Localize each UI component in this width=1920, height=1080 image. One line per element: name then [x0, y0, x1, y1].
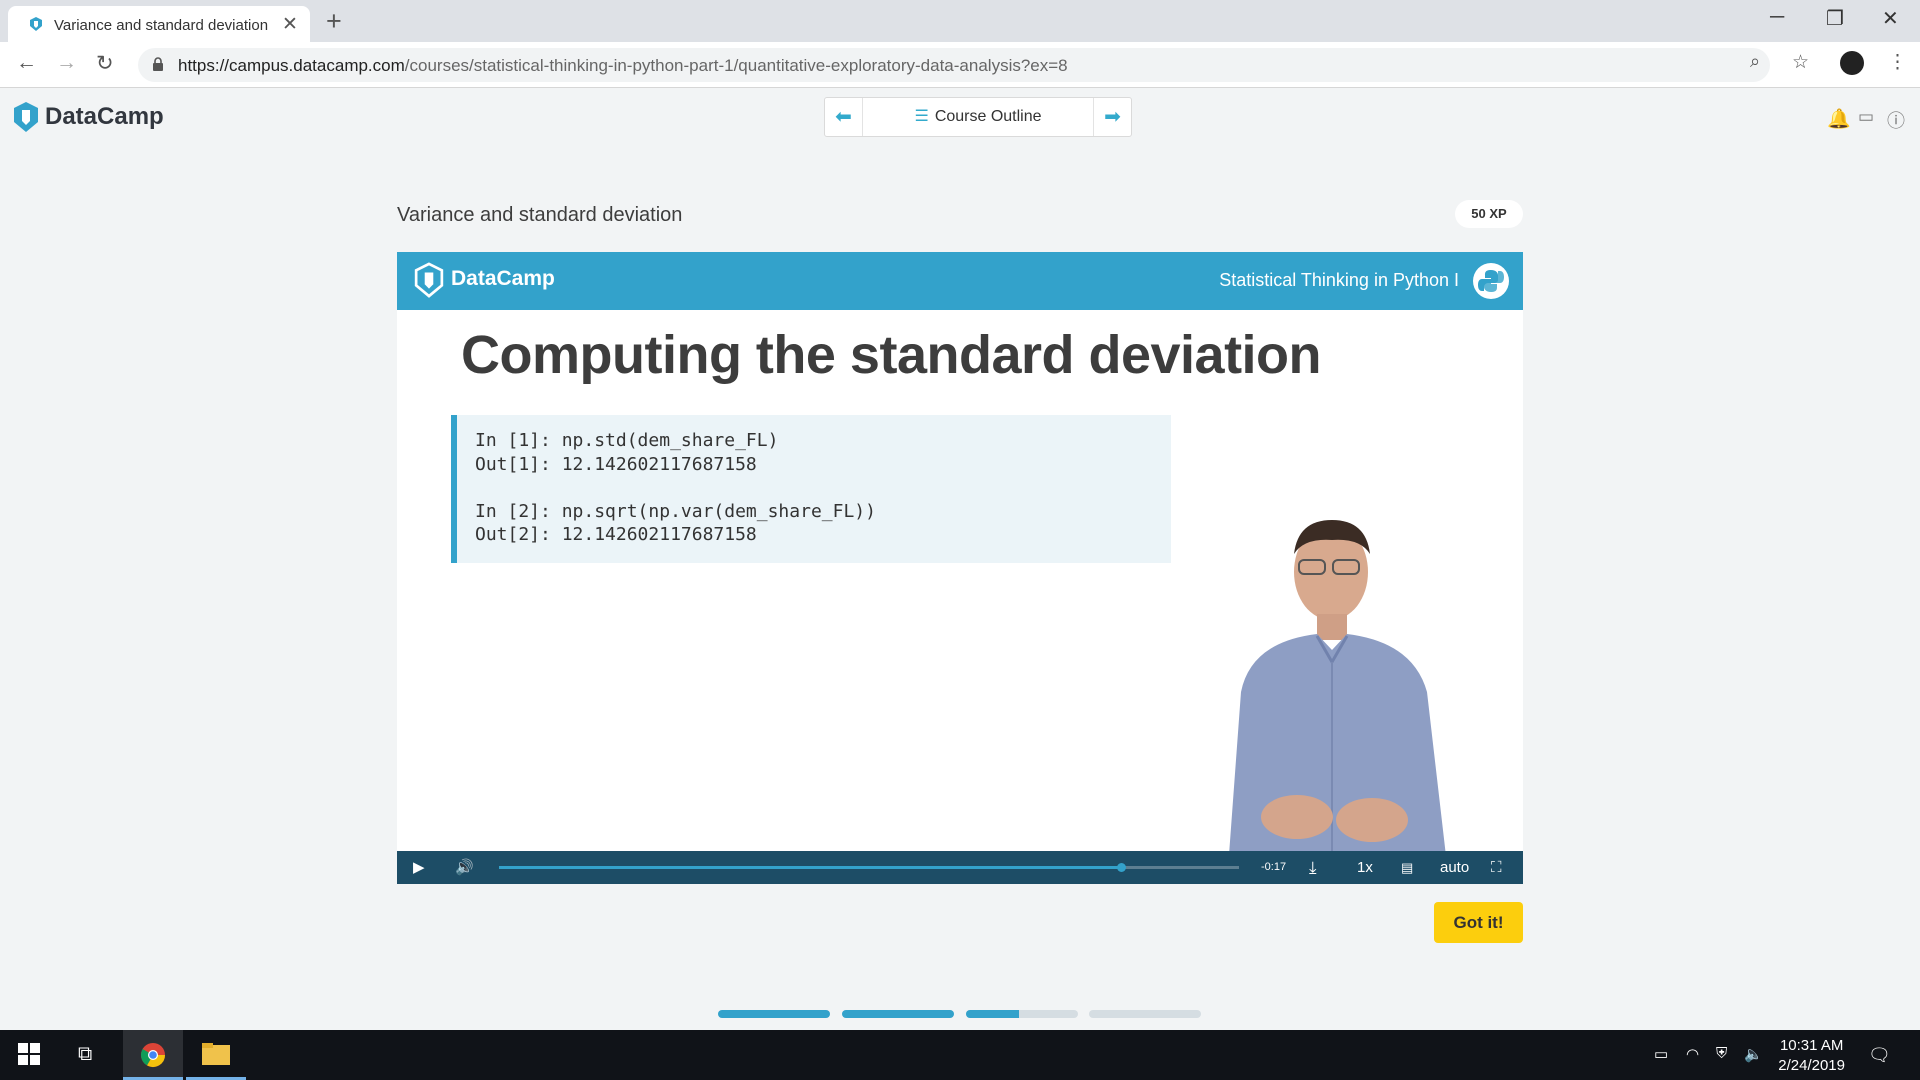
forward-icon[interactable]: →: [56, 51, 77, 75]
volume-icon[interactable]: 🔊: [455, 851, 474, 884]
minimize-icon[interactable]: ─: [1770, 6, 1784, 29]
menu-kebab-icon[interactable]: ⋮: [1888, 51, 1907, 74]
video-player[interactable]: DataCamp Statistical Thinking in Python …: [397, 252, 1523, 884]
slide-course-name: Statistical Thinking in Python I: [1219, 270, 1459, 290]
browser-tab-strip: Variance and standard deviation ✕ + ─ ❐ …: [0, 0, 1920, 42]
python-logo-icon: [1473, 263, 1509, 299]
previous-exercise-arrow-icon[interactable]: ⬅: [825, 98, 863, 136]
restore-icon[interactable]: ❐: [1826, 6, 1844, 31]
reload-icon[interactable]: ↻: [96, 51, 114, 76]
video-controls: ▶ 🔊 -0:17 ⤓ 1x ▤ auto ⛶: [397, 851, 1523, 884]
slide-progress-segment: [966, 1010, 1078, 1018]
profile-avatar[interactable]: [1840, 51, 1864, 75]
bookmark-star-icon[interactable]: ☆: [1792, 51, 1809, 74]
chrome-taskbar-icon[interactable]: [123, 1030, 183, 1080]
slide-progress-segment: [842, 1010, 954, 1018]
datacamp-logo-icon: [14, 102, 38, 132]
segment-fill: [718, 1010, 830, 1018]
segment-fill: [842, 1010, 954, 1018]
fullscreen-icon[interactable]: ⛶: [1491, 851, 1502, 884]
course-outline-label: Course Outline: [934, 108, 1042, 125]
browser-toolbar: ← → ↻ https://campus.datacamp.com/course…: [0, 42, 1920, 88]
action-center-icon[interactable]: 🗨: [1868, 1045, 1891, 1066]
exercise-title: Variance and standard deviation: [397, 204, 683, 226]
quality-button[interactable]: auto: [1440, 851, 1469, 884]
play-icon[interactable]: ▶: [413, 851, 425, 884]
taskbar-clock[interactable]: 10:31 AM 2/24/2019: [1778, 1036, 1845, 1076]
time-remaining: -0:17: [1261, 861, 1287, 873]
video-progress-handle[interactable]: [1116, 863, 1126, 872]
slide-progress-segment: [1089, 1010, 1201, 1018]
video-progress-fill: [499, 866, 1121, 869]
next-exercise-arrow-icon[interactable]: ➡: [1093, 98, 1131, 136]
course-outline-button[interactable]: ☰ Course Outline: [863, 98, 1093, 136]
tab-title: Variance and standard deviation: [54, 17, 269, 34]
lock-icon: [153, 57, 163, 71]
back-icon[interactable]: ←: [16, 51, 37, 75]
hamburger-icon: ☰: [914, 108, 929, 125]
battery-icon[interactable]: ▭: [1654, 1045, 1668, 1063]
browser-tab[interactable]: Variance and standard deviation ✕: [8, 6, 310, 42]
zoom-icon[interactable]: ⌕: [1750, 51, 1760, 72]
got-it-button[interactable]: Got it!: [1434, 902, 1523, 943]
download-icon[interactable]: ⤓: [1309, 851, 1317, 884]
slide-progress-segment: [718, 1010, 830, 1018]
code-block: In [1]: np.std(dem_share_FL) Out[1]: 12.…: [451, 415, 1171, 563]
wifi-icon[interactable]: ◠: [1686, 1045, 1699, 1063]
datacamp-logo-text[interactable]: DataCamp: [45, 103, 164, 131]
segment-fill: [966, 1010, 1019, 1018]
playback-speed-button[interactable]: 1x: [1357, 851, 1373, 884]
tab-close-icon[interactable]: ✕: [282, 13, 298, 36]
security-shield-icon[interactable]: ⛨: [1716, 1045, 1727, 1062]
windows-start-icon[interactable]: [18, 1043, 42, 1067]
captions-icon[interactable]: ▤: [1401, 851, 1413, 884]
datacamp-favicon-icon: [30, 17, 42, 31]
clock-time: 10:31 AM: [1779, 1037, 1844, 1054]
windows-taskbar: ⧉ ▭ ◠ ⛨ 🔈 10:31 AM 2/24/2019 🗨: [0, 1030, 1920, 1080]
xp-badge: 50 XP: [1455, 200, 1523, 228]
file-explorer-taskbar-icon[interactable]: [186, 1030, 246, 1080]
report-issue-icon[interactable]: ⓘ: [1887, 107, 1905, 133]
new-tab-button[interactable]: +: [326, 6, 342, 37]
window-close-icon[interactable]: ✕: [1882, 6, 1899, 31]
notification-bell-icon[interactable]: 🔔: [1827, 107, 1851, 131]
clock-date: 2/24/2019: [1778, 1057, 1845, 1074]
url-text: https://campus.datacamp.com/courses/stat…: [178, 56, 1068, 75]
course-outline-nav: ⬅ ☰ Course Outline ➡: [824, 97, 1132, 137]
slide-title: Computing the standard deviation: [461, 325, 1322, 385]
speaker-icon[interactable]: 🔈: [1744, 1045, 1763, 1063]
presenter-video-image: [1227, 520, 1449, 882]
pdf-slides-icon[interactable]: ▭: [1858, 107, 1874, 127]
slide-datacamp-logo-icon: [414, 262, 444, 298]
slide-brand-text: DataCamp: [451, 267, 555, 290]
video-progress-bar[interactable]: [499, 863, 1239, 872]
task-view-icon[interactable]: ⧉: [78, 1043, 92, 1066]
address-bar[interactable]: https://campus.datacamp.com/courses/stat…: [138, 48, 1770, 82]
slide-header: DataCamp Statistical Thinking in Python …: [397, 252, 1523, 310]
